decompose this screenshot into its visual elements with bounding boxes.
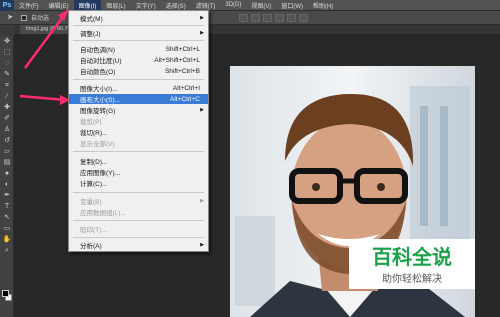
tools-panel: ✥ ⬚ ◌ ✎ ⌗ ⁄ ✚ ✐ ♙ ↺ ▱ ▤ ● ◐ ✒ T ↖ ▭ ✋ ⌕ (0, 36, 14, 317)
align-right-button[interactable] (299, 13, 309, 22)
align-left-button[interactable] (275, 13, 285, 22)
menu-item-mode[interactable]: 模式(M) ▶ (69, 13, 208, 23)
dodge-tool-icon[interactable]: ◐ (0, 179, 14, 190)
submenu-arrow-icon: ▶ (200, 15, 204, 21)
move-tool-icon[interactable]: ➤ (3, 13, 17, 23)
healing-brush-tool-icon[interactable]: ✚ (0, 102, 14, 113)
submenu-arrow-icon: ▶ (200, 107, 204, 113)
menu-help[interactable]: 帮助(H) (308, 0, 338, 11)
menu-3d[interactable]: 3D(D) (220, 0, 246, 11)
path-select-tool-icon[interactable]: ↖ (0, 212, 14, 223)
menu-divider (73, 79, 204, 80)
submenu-arrow-icon: ▶ (200, 198, 204, 204)
align-bottom-button[interactable] (263, 13, 273, 22)
eraser-tool-icon[interactable]: ▱ (0, 146, 14, 157)
menu-item-trap: 陷印(T)... (80, 227, 107, 234)
menu-item-analysis[interactable]: 分析(A) ▶ (69, 240, 208, 250)
menu-image[interactable]: 图像(I) (73, 0, 102, 11)
image-menu-dropdown: 模式(M) ▶ 调整(J) ▶ 自动色调(N) Shift+Ctrl+L 自动对比度(… (68, 10, 209, 252)
shape-tool-icon[interactable]: ▭ (0, 223, 14, 234)
menu-divider (73, 192, 204, 193)
menu-item-image-size[interactable]: 图像大小(I)... Alt+Ctrl+I (69, 83, 208, 94)
eyedropper-tool-icon[interactable]: ⁄ (0, 91, 14, 102)
watermark-badge: 百科全说 助你轻松解决 (349, 239, 475, 289)
menu-item-variables: 变量(B) ▶ (80, 198, 204, 206)
blur-tool-icon[interactable]: ● (0, 168, 14, 179)
marquee-tool-icon[interactable]: ⬚ (0, 47, 14, 58)
menu-divider (73, 237, 204, 238)
foreground-color-swatch[interactable] (2, 290, 9, 297)
crop-tool-icon[interactable]: ⌗ (0, 80, 14, 91)
menu-window[interactable]: 窗口(W) (276, 0, 308, 11)
align-middle-button[interactable] (251, 13, 261, 22)
zoom-tool-icon[interactable]: ⌕ (0, 245, 14, 256)
menu-item-canvas-size[interactable]: 画布大小(S)... Alt+Ctrl+C (69, 94, 208, 104)
hand-tool-icon[interactable]: ✋ (0, 234, 14, 245)
menu-divider (73, 151, 204, 152)
watermark-title: 百科全说 (372, 247, 452, 269)
menu-item-duplicate[interactable]: 复制(D)... (69, 156, 208, 166)
submenu-arrow-icon: ▶ (200, 30, 204, 36)
move-tool-icon[interactable]: ✥ (0, 36, 14, 47)
quick-select-tool-icon[interactable]: ✎ (0, 69, 14, 80)
gradient-tool-icon[interactable]: ▤ (0, 157, 14, 168)
menu-layer[interactable]: 图层(L) (101, 0, 130, 11)
clone-stamp-tool-icon[interactable]: ♙ (0, 124, 14, 135)
menu-item-adjustments[interactable]: 调整(J) ▶ (69, 28, 208, 38)
menu-type[interactable]: 文字(Y) (131, 0, 161, 11)
photoshop-logo: Ps (0, 0, 14, 11)
lasso-tool-icon[interactable]: ◌ (0, 58, 14, 69)
menu-item-reveal-all: 显示全部(V) (80, 141, 115, 148)
brush-tool-icon[interactable]: ✐ (0, 113, 14, 124)
auto-select-checkbox[interactable] (21, 14, 27, 21)
menu-item-auto-contrast[interactable]: 自动对比度(U) Alt+Shift+Ctrl+L (69, 55, 208, 66)
auto-select-label: 自动选 (31, 16, 50, 22)
menu-divider (73, 40, 204, 41)
menu-item-trim[interactable]: 裁切(R)... (69, 127, 208, 137)
align-top-button[interactable] (239, 13, 249, 22)
align-center-button[interactable] (287, 13, 297, 22)
menu-item-auto-color[interactable]: 自动颜色(O) Shift+Ctrl+B (69, 66, 208, 77)
menu-divider (73, 220, 204, 221)
menu-item-apply-data-set: 应用数据组(L)... (80, 210, 126, 217)
pen-tool-icon[interactable]: ✒ (0, 190, 14, 201)
menu-view[interactable]: 视图(V) (246, 0, 276, 11)
menu-divider (73, 25, 204, 26)
type-tool-icon[interactable]: T (0, 201, 14, 212)
menu-item-image-rotation[interactable]: 图像旋转(G) ▶ (69, 105, 208, 115)
watermark-subtitle: 助你轻松解决 (382, 274, 442, 285)
menu-item-apply-image[interactable]: 应用图像(Y)... (69, 167, 208, 177)
menu-item-crop: 裁剪(P) (80, 119, 102, 126)
menu-select[interactable]: 选择(S) (161, 0, 191, 11)
menu-filter[interactable]: 滤镜(T) (191, 0, 221, 11)
menu-edit[interactable]: 编辑(E) (44, 0, 74, 11)
menu-item-auto-tone[interactable]: 自动色调(N) Shift+Ctrl+L (69, 44, 208, 55)
menu-file[interactable]: 文件(F) (14, 0, 44, 11)
submenu-arrow-icon: ▶ (200, 242, 204, 248)
menu-item-calculations[interactable]: 计算(C)... (69, 178, 208, 188)
history-brush-tool-icon[interactable]: ↺ (0, 135, 14, 146)
